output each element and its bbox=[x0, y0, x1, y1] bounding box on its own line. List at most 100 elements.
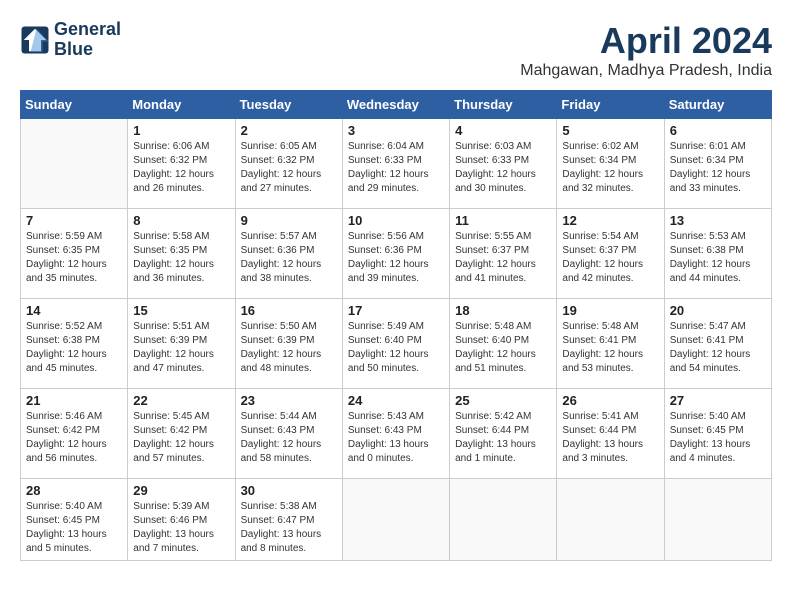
weekday-header: Wednesday bbox=[342, 91, 449, 119]
day-info: Sunrise: 5:40 AM Sunset: 6:45 PM Dayligh… bbox=[670, 410, 766, 466]
day-number: 19 bbox=[562, 303, 658, 318]
day-number: 21 bbox=[26, 393, 122, 408]
day-info: Sunrise: 6:03 AM Sunset: 6:33 PM Dayligh… bbox=[455, 140, 551, 196]
calendar-cell: 28 Sunrise: 5:40 AM Sunset: 6:45 PM Dayli… bbox=[21, 479, 128, 561]
calendar-cell: 6 Sunrise: 6:01 AM Sunset: 6:34 PM Daylig… bbox=[664, 119, 771, 209]
calendar-cell: 3 Sunrise: 6:04 AM Sunset: 6:33 PM Daylig… bbox=[342, 119, 449, 209]
calendar-cell: 13 Sunrise: 5:53 AM Sunset: 6:38 PM Dayli… bbox=[664, 209, 771, 299]
weekday-header: Saturday bbox=[664, 91, 771, 119]
logo: General Blue bbox=[20, 20, 121, 60]
day-number: 14 bbox=[26, 303, 122, 318]
calendar-cell: 27 Sunrise: 5:40 AM Sunset: 6:45 PM Dayli… bbox=[664, 389, 771, 479]
weekday-header: Friday bbox=[557, 91, 664, 119]
day-info: Sunrise: 5:41 AM Sunset: 6:44 PM Dayligh… bbox=[562, 410, 658, 466]
calendar-cell: 5Sunrise: 6:02 AM Sunset: 6:34 PM Daylig… bbox=[557, 119, 664, 209]
day-info: Sunrise: 5:44 AM Sunset: 6:43 PM Dayligh… bbox=[241, 410, 337, 466]
day-info: Sunrise: 6:04 AM Sunset: 6:33 PM Dayligh… bbox=[348, 140, 444, 196]
calendar-cell: 18Sunrise: 5:48 AM Sunset: 6:40 PM Dayli… bbox=[450, 299, 557, 389]
day-info: Sunrise: 6:02 AM Sunset: 6:34 PM Dayligh… bbox=[562, 140, 658, 196]
day-number: 16 bbox=[241, 303, 337, 318]
day-info: Sunrise: 5:49 AM Sunset: 6:40 PM Dayligh… bbox=[348, 320, 444, 376]
calendar-cell: 29Sunrise: 5:39 AM Sunset: 6:46 PM Dayli… bbox=[128, 479, 235, 561]
weekday-header: Monday bbox=[128, 91, 235, 119]
day-info: Sunrise: 6:06 AM Sunset: 6:32 PM Dayligh… bbox=[133, 140, 229, 196]
calendar-week-row: 1 Sunrise: 6:06 AM Sunset: 6:32 PM Daylig… bbox=[21, 119, 772, 209]
calendar-cell bbox=[450, 479, 557, 561]
calendar-cell: 23 Sunrise: 5:44 AM Sunset: 6:43 PM Dayli… bbox=[235, 389, 342, 479]
day-number: 11 bbox=[455, 213, 551, 228]
weekday-header: Sunday bbox=[21, 91, 128, 119]
day-info: Sunrise: 5:48 AM Sunset: 6:41 PM Dayligh… bbox=[562, 320, 658, 376]
day-info: Sunrise: 5:47 AM Sunset: 6:41 PM Dayligh… bbox=[670, 320, 766, 376]
day-number: 7 bbox=[26, 213, 122, 228]
day-number: 8 bbox=[133, 213, 229, 228]
calendar-table: SundayMondayTuesdayWednesdayThursdayFrid… bbox=[20, 90, 772, 561]
month-title: April 2024 bbox=[520, 20, 772, 62]
calendar-cell: 16 Sunrise: 5:50 AM Sunset: 6:39 PM Dayli… bbox=[235, 299, 342, 389]
calendar-cell: 7 Sunrise: 5:59 AM Sunset: 6:35 PM Daylig… bbox=[21, 209, 128, 299]
day-number: 15 bbox=[133, 303, 229, 318]
day-number: 2 bbox=[241, 123, 337, 138]
calendar-cell: 12 Sunrise: 5:54 AM Sunset: 6:37 PM Dayli… bbox=[557, 209, 664, 299]
calendar-cell: 11 Sunrise: 5:55 AM Sunset: 6:37 PM Dayli… bbox=[450, 209, 557, 299]
calendar-cell: 19 Sunrise: 5:48 AM Sunset: 6:41 PM Dayli… bbox=[557, 299, 664, 389]
weekday-header: Thursday bbox=[450, 91, 557, 119]
logo-icon bbox=[20, 25, 50, 55]
day-number: 3 bbox=[348, 123, 444, 138]
logo-text: General Blue bbox=[54, 20, 121, 60]
calendar-cell: 24 Sunrise: 5:43 AM Sunset: 6:43 PM Dayli… bbox=[342, 389, 449, 479]
day-number: 26 bbox=[562, 393, 658, 408]
calendar-cell: 4 Sunrise: 6:03 AM Sunset: 6:33 PM Daylig… bbox=[450, 119, 557, 209]
location: Mahgawan, Madhya Pradesh, India bbox=[520, 62, 772, 80]
page-header: General Blue April 2024 Mahgawan, Madhya… bbox=[20, 20, 772, 80]
day-number: 23 bbox=[241, 393, 337, 408]
day-number: 27 bbox=[670, 393, 766, 408]
day-info: Sunrise: 6:01 AM Sunset: 6:34 PM Dayligh… bbox=[670, 140, 766, 196]
calendar-week-row: 28 Sunrise: 5:40 AM Sunset: 6:45 PM Dayli… bbox=[21, 479, 772, 561]
day-info: Sunrise: 5:55 AM Sunset: 6:37 PM Dayligh… bbox=[455, 230, 551, 286]
calendar-cell: 25 Sunrise: 5:42 AM Sunset: 6:44 PM Dayli… bbox=[450, 389, 557, 479]
day-number: 29 bbox=[133, 483, 229, 498]
day-info: Sunrise: 5:54 AM Sunset: 6:37 PM Dayligh… bbox=[562, 230, 658, 286]
weekday-header: Tuesday bbox=[235, 91, 342, 119]
calendar-cell: 17 Sunrise: 5:49 AM Sunset: 6:40 PM Dayli… bbox=[342, 299, 449, 389]
title-block: April 2024 Mahgawan, Madhya Pradesh, Ind… bbox=[520, 20, 772, 80]
day-number: 13 bbox=[670, 213, 766, 228]
day-number: 18 bbox=[455, 303, 551, 318]
day-number: 1 bbox=[133, 123, 229, 138]
day-info: Sunrise: 5:42 AM Sunset: 6:44 PM Dayligh… bbox=[455, 410, 551, 466]
calendar-week-row: 21Sunrise: 5:46 AM Sunset: 6:42 PM Dayli… bbox=[21, 389, 772, 479]
day-number: 20 bbox=[670, 303, 766, 318]
calendar-cell bbox=[664, 479, 771, 561]
calendar-cell: 30 Sunrise: 5:38 AM Sunset: 6:47 PM Dayli… bbox=[235, 479, 342, 561]
calendar-cell: 15Sunrise: 5:51 AM Sunset: 6:39 PM Dayli… bbox=[128, 299, 235, 389]
calendar-cell: 21Sunrise: 5:46 AM Sunset: 6:42 PM Dayli… bbox=[21, 389, 128, 479]
day-info: Sunrise: 5:52 AM Sunset: 6:38 PM Dayligh… bbox=[26, 320, 122, 376]
calendar-cell: 2Sunrise: 6:05 AM Sunset: 6:32 PM Daylig… bbox=[235, 119, 342, 209]
calendar-cell bbox=[557, 479, 664, 561]
day-number: 6 bbox=[670, 123, 766, 138]
day-number: 30 bbox=[241, 483, 337, 498]
day-number: 25 bbox=[455, 393, 551, 408]
calendar-week-row: 14 Sunrise: 5:52 AM Sunset: 6:38 PM Dayli… bbox=[21, 299, 772, 389]
day-info: Sunrise: 5:59 AM Sunset: 6:35 PM Dayligh… bbox=[26, 230, 122, 286]
day-info: Sunrise: 5:38 AM Sunset: 6:47 PM Dayligh… bbox=[241, 500, 337, 556]
day-info: Sunrise: 5:45 AM Sunset: 6:42 PM Dayligh… bbox=[133, 410, 229, 466]
day-info: Sunrise: 5:53 AM Sunset: 6:38 PM Dayligh… bbox=[670, 230, 766, 286]
calendar-cell: 10Sunrise: 5:56 AM Sunset: 6:36 PM Dayli… bbox=[342, 209, 449, 299]
calendar-cell: 9Sunrise: 5:57 AM Sunset: 6:36 PM Daylig… bbox=[235, 209, 342, 299]
day-info: Sunrise: 5:50 AM Sunset: 6:39 PM Dayligh… bbox=[241, 320, 337, 376]
day-number: 24 bbox=[348, 393, 444, 408]
day-info: Sunrise: 5:40 AM Sunset: 6:45 PM Dayligh… bbox=[26, 500, 122, 556]
weekday-header-row: SundayMondayTuesdayWednesdayThursdayFrid… bbox=[21, 91, 772, 119]
day-info: Sunrise: 5:43 AM Sunset: 6:43 PM Dayligh… bbox=[348, 410, 444, 466]
day-number: 17 bbox=[348, 303, 444, 318]
calendar-cell bbox=[342, 479, 449, 561]
calendar-cell: 22 Sunrise: 5:45 AM Sunset: 6:42 PM Dayli… bbox=[128, 389, 235, 479]
calendar-cell: 26 Sunrise: 5:41 AM Sunset: 6:44 PM Dayli… bbox=[557, 389, 664, 479]
calendar-cell: 1 Sunrise: 6:06 AM Sunset: 6:32 PM Daylig… bbox=[128, 119, 235, 209]
day-number: 4 bbox=[455, 123, 551, 138]
day-number: 12 bbox=[562, 213, 658, 228]
day-number: 28 bbox=[26, 483, 122, 498]
day-number: 22 bbox=[133, 393, 229, 408]
